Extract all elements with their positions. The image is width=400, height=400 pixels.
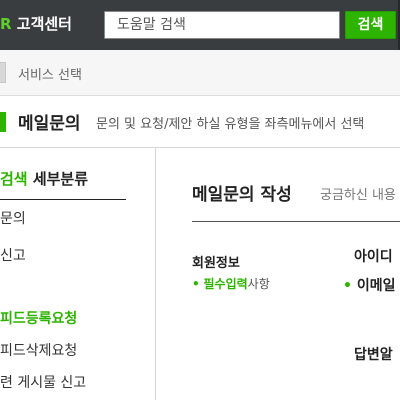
required-note: • 필수입력사항: [192, 275, 270, 292]
sidebar-item-report[interactable]: 신고: [0, 245, 26, 265]
brand-logo[interactable]: R 고객센터: [0, 13, 72, 34]
required-bullet: •: [192, 277, 200, 291]
field-label-email-text: 이메일: [356, 278, 396, 294]
required-rest: 사항: [247, 277, 270, 291]
search-button[interactable]: 검색: [345, 11, 396, 39]
email-required-bullet: •: [343, 278, 352, 294]
required-strong: 필수입력: [203, 277, 248, 291]
sidebar-item-post-report[interactable]: 련 게시물 신고: [0, 372, 86, 392]
field-label-id: 아이디: [354, 249, 393, 265]
service-select-bar: 서비스 선택: [0, 50, 400, 96]
sidebar-item-feed-delete[interactable]: 피드삭제요청: [0, 340, 77, 360]
member-info-label: 회원정보: [192, 256, 240, 271]
brand-text: 고객센터: [11, 15, 72, 33]
section-title-bar: 메일문의 문의 및 요청/제안 하실 유형을 좌측메뉴에서 선택: [0, 96, 400, 148]
service-select-label[interactable]: 서비스 선택: [18, 64, 82, 83]
sidebar-heading-text: 세부분류: [27, 170, 89, 188]
sidebar-heading-highlight: 검색: [0, 170, 28, 188]
title-marker: [0, 112, 6, 132]
form-title-rule: [192, 221, 400, 222]
top-header: R 고객센터 도움말 검색 검색: [0, 0, 400, 50]
sidebar-item-inquiry[interactable]: 문의: [0, 208, 26, 228]
sidebar-item-feed-register[interactable]: 피드등록요청: [0, 308, 77, 328]
page-description: 문의 및 요청/제안 하실 유형을 좌측메뉴에서 선택: [96, 117, 365, 132]
page-title: 메일문의: [18, 114, 81, 134]
field-label-reply: 답변알: [354, 347, 393, 363]
service-select-icon[interactable]: [0, 62, 6, 83]
brand-mark: R: [0, 15, 12, 33]
sidebar: 검색 세부분류 문의 신고 피드등록요청 피드삭제요청 련 게시물 신고: [0, 148, 155, 400]
search-input[interactable]: 도움말 검색: [104, 11, 340, 39]
main-content: 메일문의 작성 궁금하신 내용 회원정보 • 필수입력사항 아이디 • 이메일 …: [156, 148, 400, 400]
sidebar-rule: [0, 199, 126, 200]
field-label-email: • 이메일: [343, 275, 395, 295]
form-subtitle: 궁금하신 내용: [320, 188, 396, 203]
sidebar-heading: 검색 세부분류: [0, 168, 88, 189]
form-title: 메일문의 작성: [192, 185, 292, 205]
